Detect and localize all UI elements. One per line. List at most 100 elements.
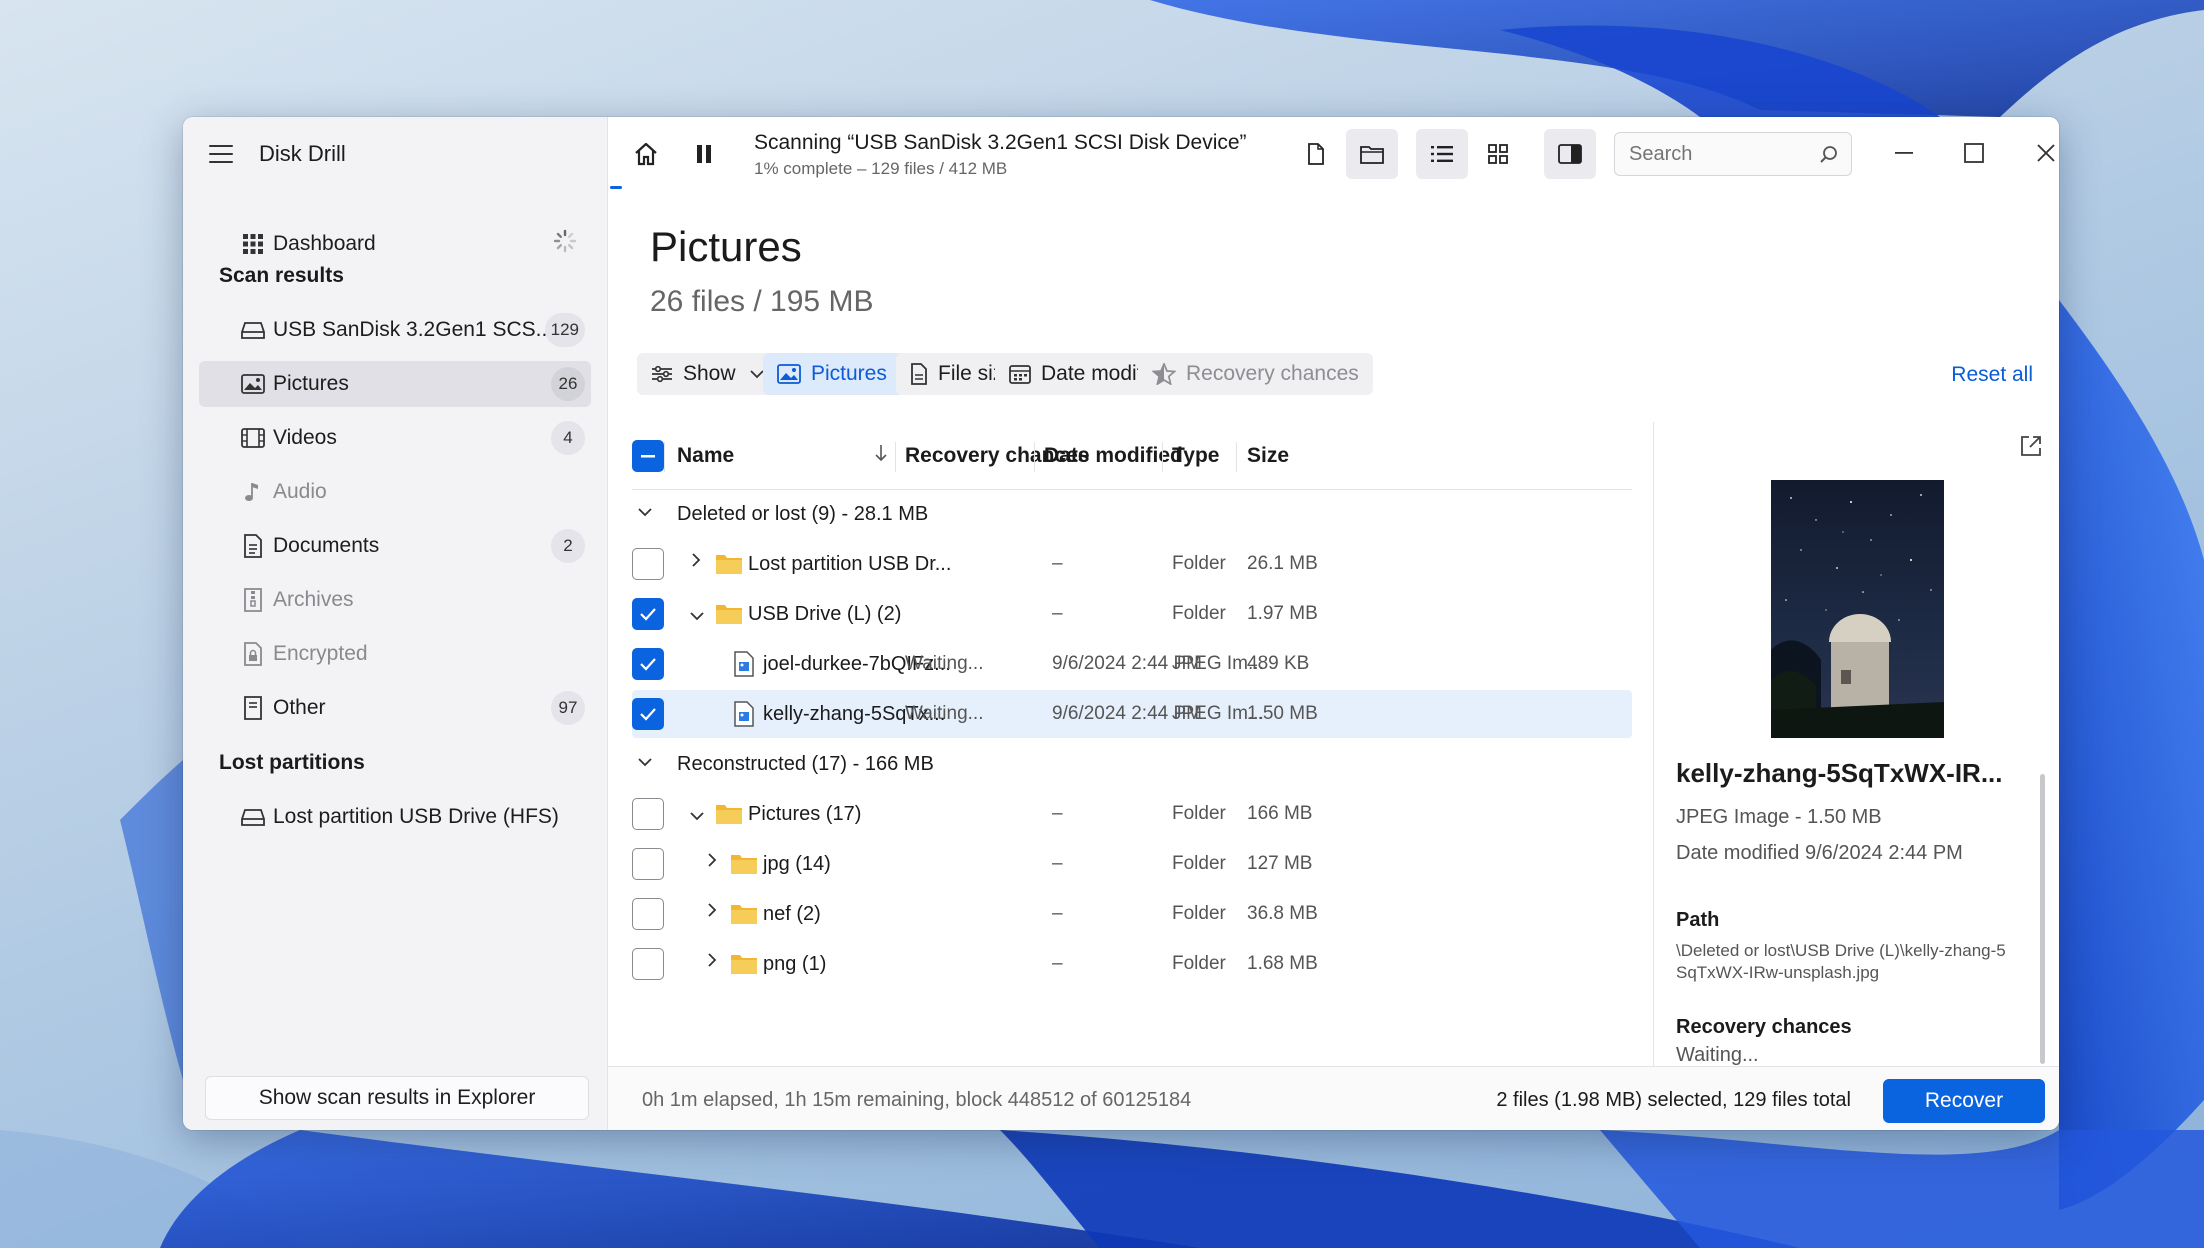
count-badge: 97 (551, 691, 585, 725)
group-row-deleted[interactable]: Deleted or lost (9) - 28.1 MB (632, 490, 1632, 538)
disk-drill-window: Disk Drill Dashboard Scan results USB Sa… (183, 117, 2059, 1130)
folder-icon (730, 952, 758, 981)
row-checkbox[interactable] (632, 898, 664, 930)
sidebar-item-lost-partition[interactable]: Lost partition USB Drive (HFS) (199, 794, 591, 840)
table-row[interactable]: Lost partition USB Dr... – Folder 26.1 M… (632, 540, 1632, 588)
row-checkbox[interactable] (632, 798, 664, 830)
table-row[interactable]: USB Drive (L) (2) – Folder 1.97 MB (632, 590, 1632, 638)
row-checkbox[interactable] (632, 548, 664, 580)
toolbar: Scanning “USB SanDisk 3.2Gen1 SCSI Disk … (608, 117, 2059, 191)
chevron-down-icon[interactable] (690, 808, 704, 826)
main-panel: Scanning “USB SanDisk 3.2Gen1 SCSI Disk … (608, 117, 2059, 1130)
row-name: png (1) (763, 953, 827, 975)
table-row[interactable]: Pictures (17) – Folder 166 MB (632, 790, 1632, 838)
table-row[interactable]: nef (2) – Folder 36.8 MB (632, 890, 1632, 938)
image-preview[interactable] (1771, 480, 1944, 738)
sidebar-item-videos[interactable]: Videos 4 (199, 415, 591, 461)
row-size: 166 MB (1247, 803, 1313, 824)
row-checkbox[interactable] (632, 598, 664, 630)
preview-scrollbar[interactable] (2040, 774, 2045, 1064)
film-icon (241, 426, 265, 450)
column-header-name[interactable]: Name (677, 444, 734, 468)
chevron-right-icon[interactable] (708, 903, 717, 922)
row-date: – (1052, 803, 1063, 824)
show-filter-label: Show (683, 362, 736, 385)
minimize-icon (1895, 152, 1913, 154)
minimize-button[interactable] (1880, 131, 1928, 175)
column-header-type[interactable]: Type (1172, 444, 1219, 468)
chevron-right-icon[interactable] (708, 953, 717, 972)
sidebar-item-dashboard[interactable]: Dashboard (199, 221, 591, 267)
sidebar-item-pictures[interactable]: Pictures 26 (199, 361, 591, 407)
hamburger-menu-icon[interactable] (209, 145, 233, 163)
preview-pane: kelly-zhang-5SqTxWX-IR... JPEG Image - 1… (1654, 422, 2059, 1066)
recovery-chances-filter-label: Recovery chances (1186, 362, 1359, 385)
row-checkbox[interactable] (632, 848, 664, 880)
preview-pane-button[interactable] (1544, 129, 1596, 179)
column-header-size[interactable]: Size (1247, 444, 1289, 468)
row-size: 489 KB (1247, 653, 1310, 674)
grid-view-button[interactable] (1472, 129, 1524, 179)
row-type: Folder (1172, 853, 1226, 874)
folder-view-button[interactable] (1346, 129, 1398, 179)
sort-arrow-down-icon[interactable] (875, 444, 887, 467)
show-filter-button[interactable]: Show (637, 353, 778, 395)
drive-icon (241, 805, 265, 829)
chevron-down-icon[interactable] (690, 608, 704, 626)
row-recovery: Waiting... (905, 653, 984, 674)
folder-icon (715, 602, 743, 631)
sidebar-item-usb-device[interactable]: USB SanDisk 3.2Gen1 SCS... 129 (199, 307, 591, 353)
recovery-chances-filter-button[interactable]: Recovery chances (1138, 353, 1373, 395)
table-row-selected[interactable]: kelly-zhang-5SqTx... Waiting... 9/6/2024… (632, 690, 1632, 738)
archive-icon (241, 588, 265, 612)
select-all-checkbox[interactable] (632, 440, 664, 472)
home-button[interactable] (620, 129, 672, 179)
count-badge: 129 (544, 313, 585, 347)
sidebar-item-documents[interactable]: Documents 2 (199, 523, 591, 569)
app-title: Disk Drill (259, 141, 346, 166)
search-input[interactable] (1629, 142, 1809, 166)
sidebar-item-other[interactable]: Other 97 (199, 685, 591, 731)
sidebar-item-label: Documents (273, 534, 380, 557)
file-view-button[interactable] (1290, 129, 1342, 179)
search-icon[interactable] (1819, 145, 1839, 171)
reset-all-link[interactable]: Reset all (1951, 363, 2033, 387)
close-button[interactable] (2022, 131, 2059, 175)
sidebar-item-archives[interactable]: Archives (199, 577, 591, 623)
maximize-button[interactable] (1950, 131, 1998, 175)
pause-button[interactable] (678, 129, 730, 179)
show-in-explorer-button[interactable]: Show scan results in Explorer (205, 1076, 589, 1120)
preview-date: Date modified 9/6/2024 2:44 PM (1676, 842, 1963, 864)
row-size: 1.68 MB (1247, 953, 1318, 974)
chevron-right-icon[interactable] (708, 853, 717, 872)
recover-button[interactable]: Recover (1883, 1079, 2045, 1123)
chevron-down-icon[interactable] (638, 504, 652, 522)
row-checkbox[interactable] (632, 948, 664, 980)
sidebar-item-encrypted[interactable]: Encrypted (199, 631, 591, 677)
chevron-right-icon[interactable] (692, 553, 701, 572)
count-badge: 2 (551, 529, 585, 563)
sidebar-item-label: Videos (273, 426, 337, 449)
table-row[interactable]: png (1) – Folder 1.68 MB (632, 940, 1632, 988)
chevron-down-icon[interactable] (638, 754, 652, 772)
row-checkbox[interactable] (632, 648, 664, 680)
open-external-icon[interactable] (2019, 434, 2043, 463)
table-row[interactable]: joel-durkee-7bQIFz... Waiting... 9/6/202… (632, 640, 1632, 688)
list-header: Name Recovery chances Date modified Type… (632, 422, 1632, 490)
status-bar: 0h 1m elapsed, 1h 15m remaining, block 4… (608, 1066, 2059, 1130)
folder-icon (1360, 146, 1384, 164)
home-icon (635, 142, 657, 166)
image-file-icon (734, 651, 754, 682)
list-view-button[interactable] (1416, 129, 1468, 179)
row-date: – (1052, 553, 1063, 574)
sidebar-item-audio[interactable]: Audio (199, 469, 591, 515)
row-checkbox[interactable] (632, 698, 664, 730)
list-icon (1431, 146, 1453, 162)
count-badge: 26 (551, 367, 585, 401)
page-subtitle: 26 files / 195 MB (650, 285, 874, 318)
drive-icon (241, 318, 265, 342)
folder-icon (715, 552, 743, 581)
group-row-reconstructed[interactable]: Reconstructed (17) - 166 MB (632, 740, 1632, 788)
table-row[interactable]: jpg (14) – Folder 127 MB (632, 840, 1632, 888)
search-box[interactable] (1614, 132, 1852, 176)
